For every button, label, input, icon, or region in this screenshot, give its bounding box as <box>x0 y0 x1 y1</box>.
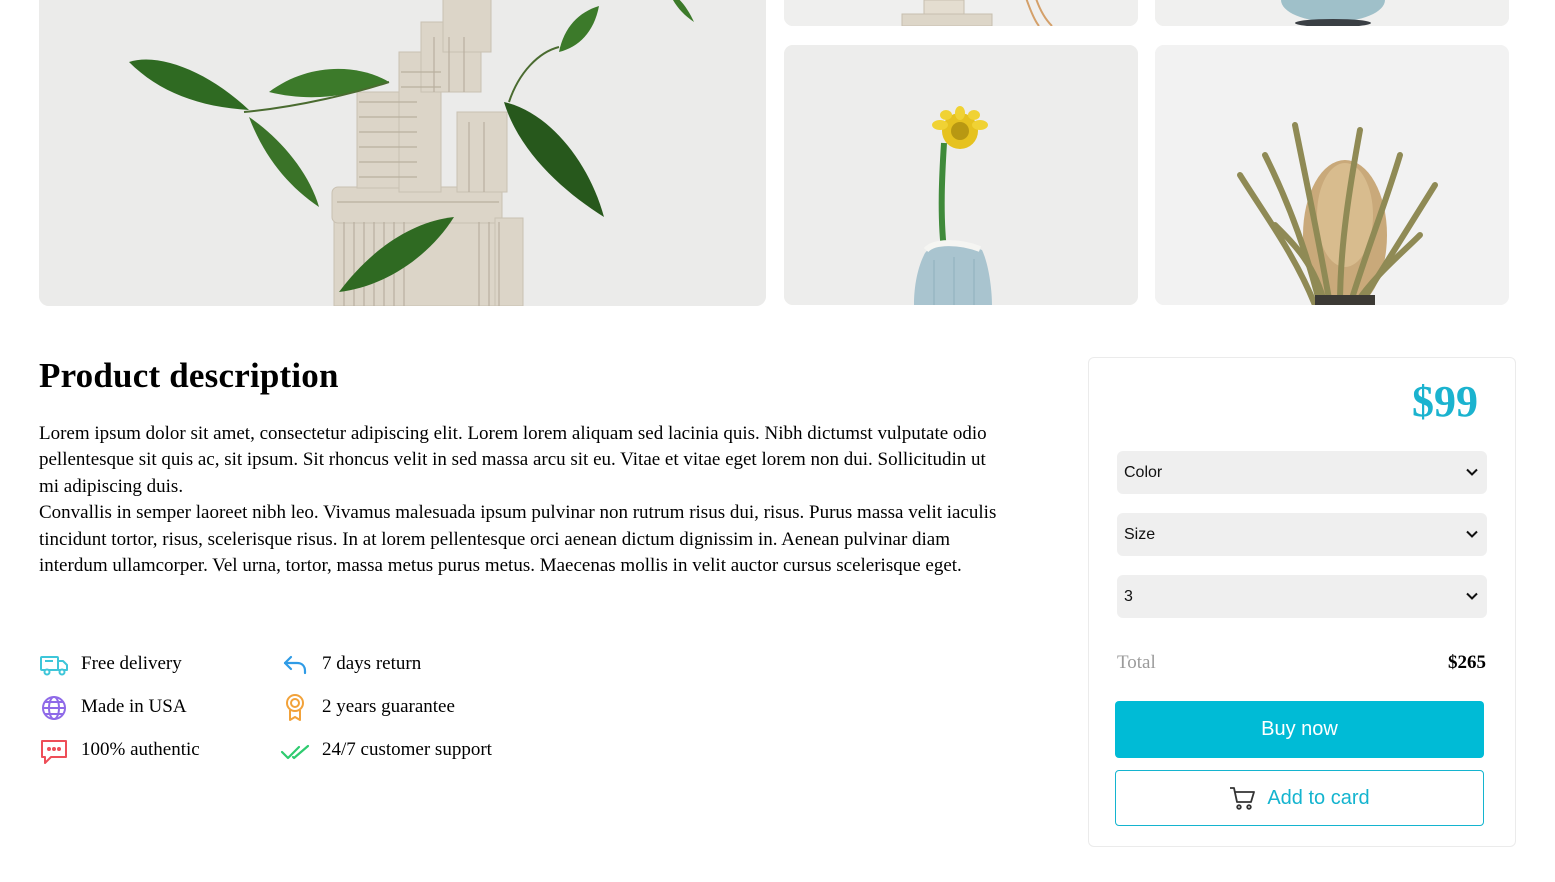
feature-label: 100% authentic <box>81 739 200 760</box>
feature-label: Free delivery <box>81 653 182 674</box>
chat-icon <box>39 735 69 765</box>
price: $99 <box>1412 377 1478 426</box>
quantity-select-value: 3 <box>1124 587 1133 605</box>
product-description-title: Product description <box>39 356 339 395</box>
feature-label: 7 days return <box>322 653 422 674</box>
description-paragraph: Convallis in semper laoreet nibh leo. Vi… <box>39 502 997 577</box>
dried-banksia-picture <box>1155 45 1509 305</box>
feature-label: 2 years guarantee <box>322 696 455 717</box>
chevron-down-icon <box>1466 530 1478 538</box>
total-label: Total <box>1117 652 1156 673</box>
gallery-main-image[interactable] <box>39 0 766 306</box>
buy-now-button[interactable]: Buy now <box>1115 701 1484 758</box>
gallery-thumb-4[interactable] <box>1155 45 1509 305</box>
product-description-text: Lorem ipsum dolor sit amet, consectetur … <box>39 421 1009 579</box>
purchase-panel: $99 Color Size 3 Total $265 Buy now Add … <box>1088 357 1516 847</box>
add-to-cart-button[interactable]: Add to card <box>1115 770 1484 826</box>
globe-icon <box>39 692 69 722</box>
award-icon <box>280 692 310 722</box>
description-paragraph: Lorem ipsum dolor sit amet, consectetur … <box>39 423 987 497</box>
return-arrow-icon <box>280 649 310 679</box>
size-select[interactable]: Size <box>1117 513 1487 556</box>
sculpture-detail-picture <box>784 0 1138 26</box>
gallery-thumb-1[interactable] <box>784 0 1138 26</box>
quantity-select[interactable]: 3 <box>1117 575 1487 618</box>
feature-made-in-usa: Made in USA <box>39 692 187 722</box>
double-check-icon <box>280 735 310 765</box>
gallery-thumb-3[interactable] <box>784 45 1138 305</box>
feature-label: Made in USA <box>81 696 187 717</box>
cart-icon <box>1230 787 1256 810</box>
feature-support: 24/7 customer support <box>280 735 492 765</box>
feature-days-return: 7 days return <box>280 649 421 679</box>
color-select[interactable]: Color <box>1117 451 1487 494</box>
total-value: $265 <box>1448 652 1486 673</box>
feature-label: 24/7 customer support <box>322 739 492 760</box>
gallery-thumb-2[interactable] <box>1155 0 1509 26</box>
buy-now-label: Buy now <box>1261 718 1338 740</box>
add-to-cart-label: Add to card <box>1267 786 1370 809</box>
color-select-value: Color <box>1124 463 1163 481</box>
chevron-down-icon <box>1466 468 1478 476</box>
chevron-down-icon <box>1466 592 1478 600</box>
size-select-value: Size <box>1124 525 1156 543</box>
feature-free-delivery: Free delivery <box>39 649 182 679</box>
yellow-flower-picture <box>784 45 1138 305</box>
feature-authentic: 100% authentic <box>39 735 200 765</box>
blue-ceramic-picture <box>1155 0 1509 26</box>
sculpture-leaves-picture <box>39 0 766 306</box>
feature-guarantee: 2 years guarantee <box>280 692 455 722</box>
truck-icon <box>39 649 69 679</box>
